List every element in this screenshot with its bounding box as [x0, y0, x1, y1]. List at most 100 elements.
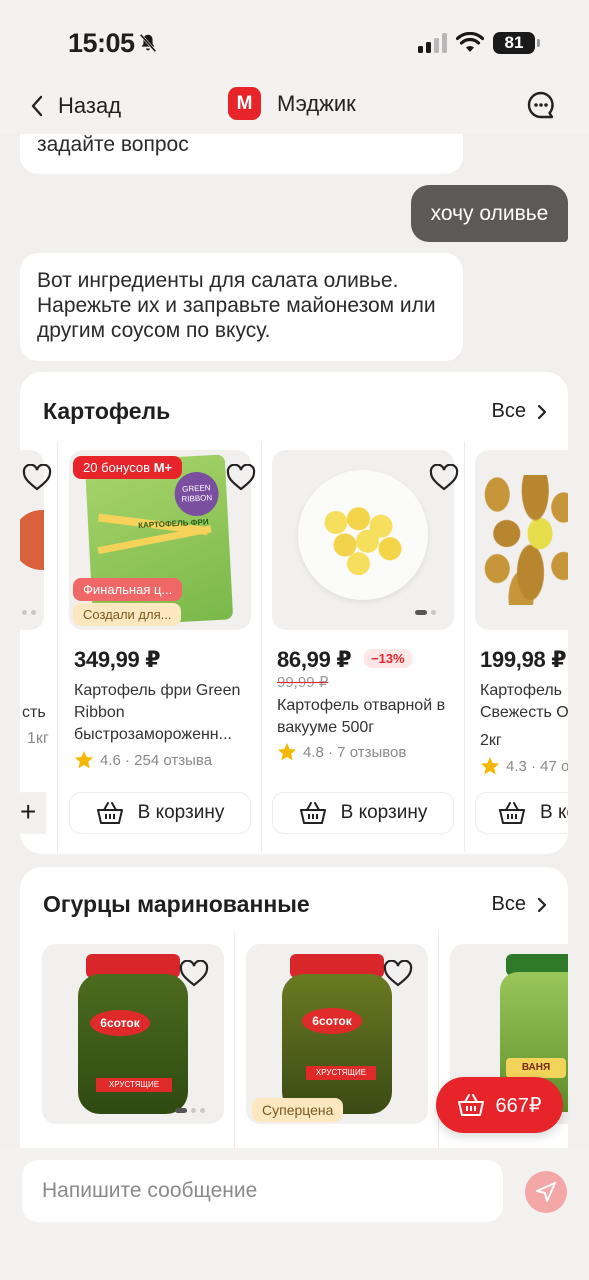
back-button[interactable]: Назад — [30, 88, 121, 124]
image-pager — [175, 1108, 205, 1113]
chevron-right-icon — [537, 897, 547, 912]
bot-message-text: задайте вопрос — [37, 133, 189, 156]
bonus-badge-logo: М+ — [153, 460, 173, 475]
potatoes — [318, 500, 408, 575]
product-image — [475, 450, 568, 630]
product-card[interactable]: 199,98 ₽ Картофель Свежесть О... 2кг 4.3… — [475, 450, 568, 854]
rating-text: 4.8 · 7 отзывов — [303, 743, 407, 761]
cart-total: 667₽ — [495, 1094, 542, 1117]
wifi-icon — [456, 32, 484, 52]
add-to-cart-button[interactable]: В корзину — [69, 792, 251, 834]
bot-message-previous: задайте вопрос — [20, 133, 463, 174]
divider — [438, 932, 439, 1167]
product-image — [272, 450, 454, 630]
see-all-button[interactable]: Все — [492, 400, 548, 423]
product-rating: 4.8 · 7 отзывов — [277, 742, 406, 762]
image-pager — [22, 610, 36, 615]
heart-icon[interactable] — [226, 464, 256, 492]
product-section-potato: Картофель Все сть 1кг + GREEN RIBBON КАР… — [20, 372, 568, 854]
add-to-cart-button[interactable]: В корзину — [272, 792, 454, 834]
product-card[interactable]: 86,99 ₽ −13% 99,99 ₽ Картофель отварной … — [272, 450, 459, 854]
basket-icon — [96, 802, 123, 824]
product-photo — [483, 475, 568, 605]
message-input-bar — [0, 1148, 589, 1280]
section-title: Огурцы маринованные — [43, 891, 310, 917]
jar: 6соток ХРУСТЯЩИЕ — [282, 974, 392, 1114]
basket-icon — [499, 802, 525, 824]
product-card[interactable]: 6соток ХРУСТЯЩИЕ — [42, 944, 226, 1144]
product-name: Картофель отварной в вакууме 500г — [277, 697, 446, 736]
send-button[interactable] — [525, 1171, 567, 1213]
old-price: 99,99 ₽ — [277, 674, 329, 691]
created-for-badge: Создали для... — [73, 603, 182, 626]
product-photo — [298, 470, 428, 600]
star-icon — [75, 751, 93, 769]
add-to-cart-label: В ко... — [540, 802, 568, 823]
see-all-button[interactable]: Все — [492, 893, 548, 916]
product-name: Картофель фри Green Ribbon быстрозаморож… — [74, 682, 241, 743]
product-rating: 4.6 · 254 отзыва — [74, 750, 212, 770]
bot-message: Вот ингредиенты для салата оливье. Нареж… — [20, 253, 463, 361]
product-card[interactable]: 6соток ХРУСТЯЩИЕ Суперцена — [246, 944, 430, 1144]
add-button[interactable]: + — [20, 792, 46, 834]
cart-total-button[interactable]: 667₽ — [436, 1077, 563, 1133]
basket-icon — [299, 802, 326, 824]
image-pager — [415, 610, 436, 615]
heart-icon[interactable] — [429, 464, 459, 492]
star-icon — [278, 743, 296, 761]
jar-brand: 6соток — [90, 1010, 150, 1036]
section-title: Картофель — [43, 398, 171, 424]
heart-icon[interactable] — [383, 960, 413, 988]
product-photo — [20, 510, 44, 570]
heart-icon[interactable] — [179, 960, 209, 988]
jar-label: ХРУСТЯЩИЕ — [306, 1066, 376, 1080]
divider — [234, 932, 235, 1167]
bonus-badge-text: 20 бонусов — [83, 460, 151, 475]
chat-header: Назад М Мэджик — [0, 80, 589, 134]
status-bar: 15:05 81 — [0, 0, 589, 80]
user-message: хочу оливье — [411, 185, 568, 242]
battery-indicator: 81 — [493, 32, 540, 54]
product-price: 349,99 ₽ — [74, 647, 161, 672]
chevron-right-icon — [537, 404, 547, 419]
jar-label: ХРУСТЯЩИЕ — [96, 1078, 172, 1092]
add-to-cart-label: В корзину — [340, 802, 428, 823]
product-weight: 2кг — [480, 732, 502, 749]
final-price-badge: Финальная ц... — [73, 578, 183, 601]
pack-brand: GREEN RIBBON — [173, 470, 220, 518]
fries-decoration — [97, 525, 212, 555]
discount-badge: −13% — [364, 649, 412, 668]
product-card[interactable]: GREEN RIBBON КАРТОФЕЛЬ ФРИ 20 бонусов М+… — [69, 450, 256, 854]
rating-text: 4.3 · 47 о... — [506, 757, 568, 775]
chevron-left-icon — [31, 95, 43, 117]
rating-text: 4.6 · 254 отзыва — [100, 751, 213, 769]
divider — [464, 442, 465, 852]
product-rating: 4.3 · 47 о... — [480, 756, 568, 776]
cellular-signal-icon — [418, 33, 447, 53]
divider — [261, 442, 262, 852]
bell-muted-icon — [139, 33, 157, 53]
see-all-label: Все — [491, 400, 526, 422]
product-image: GREEN RIBBON КАРТОФЕЛЬ ФРИ 20 бонусов М+… — [69, 450, 251, 630]
status-time: 15:05 — [68, 28, 135, 58]
product-name: Картофель Свежесть О... — [480, 682, 568, 721]
chat-title: Мэджик — [277, 90, 356, 116]
star-icon — [481, 757, 499, 775]
chat-bubble-icon[interactable] — [526, 90, 556, 120]
jar: 6соток ХРУСТЯЩИЕ — [78, 974, 188, 1114]
product-price: 199,98 ₽ — [480, 647, 567, 672]
heart-icon[interactable] — [22, 464, 52, 492]
brand-logo: М — [228, 87, 261, 120]
product-card-partial[interactable]: сть 1кг + — [20, 450, 52, 854]
jar-brand: 6соток — [302, 1008, 362, 1034]
add-to-cart-label: В корзину — [137, 802, 225, 823]
brand: М Мэджик — [228, 87, 356, 120]
bonus-badge: 20 бонусов М+ — [73, 456, 183, 479]
divider — [57, 442, 58, 852]
jar-brand: ВАНЯ — [506, 1058, 566, 1078]
basket-icon — [458, 1094, 485, 1116]
message-input[interactable] — [22, 1160, 503, 1222]
product-price: 86,99 ₽ — [277, 647, 352, 672]
add-to-cart-button[interactable]: В ко... — [475, 792, 568, 834]
send-icon — [536, 1182, 556, 1202]
